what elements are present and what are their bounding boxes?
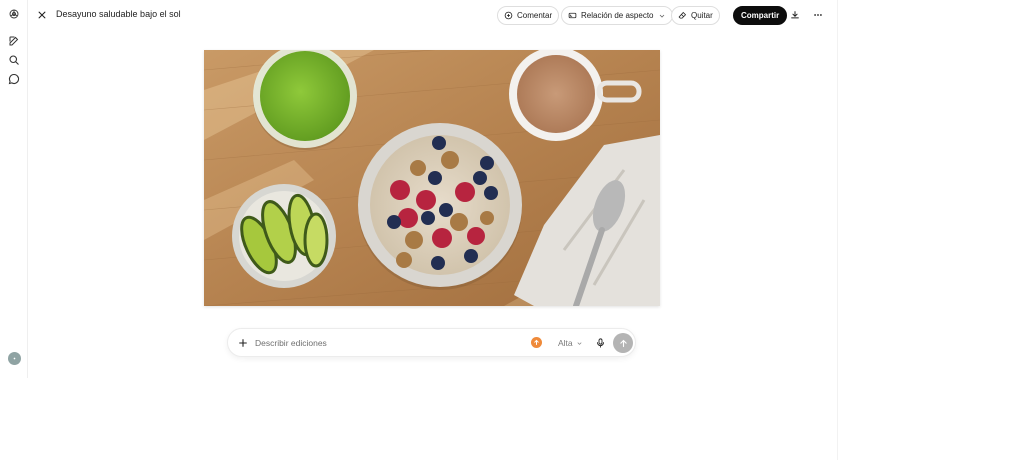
chevron-down-icon xyxy=(577,341,582,345)
comment-button[interactable]: Comentar xyxy=(497,6,560,25)
page-title: Desayuno saludable bajo el sol xyxy=(56,9,181,19)
eraser-icon xyxy=(678,11,687,19)
aspect-ratio-label: Relación de aspecto xyxy=(581,11,654,20)
quality-label: Alta xyxy=(558,338,573,348)
upgrade-icon[interactable] xyxy=(531,337,542,348)
arrow-up-icon xyxy=(619,339,627,347)
comment-plus-icon xyxy=(504,11,513,20)
breakfast-photo xyxy=(204,50,660,306)
microphone-icon[interactable] xyxy=(594,336,607,349)
remove-button[interactable]: Quitar xyxy=(671,6,720,25)
generated-image[interactable] xyxy=(204,50,660,306)
openai-logo-icon[interactable] xyxy=(6,6,22,22)
download-icon[interactable] xyxy=(788,8,802,22)
close-icon[interactable] xyxy=(35,8,49,22)
more-icon[interactable] xyxy=(811,8,825,22)
search-icon[interactable] xyxy=(6,52,22,68)
remove-button-label: Quitar xyxy=(691,11,713,20)
image-editor-window: Desayuno saludable bajo el sol Comentar … xyxy=(0,0,838,460)
share-button-label: Compartir xyxy=(741,11,780,20)
quality-dropdown[interactable]: Alta xyxy=(558,338,583,348)
chevron-down-icon xyxy=(659,14,664,18)
plus-icon[interactable] xyxy=(236,336,249,349)
aspect-ratio-dropdown[interactable]: Relación de aspecto xyxy=(561,6,673,25)
header-bar: Desayuno saludable bajo el sol Comentar … xyxy=(28,0,837,30)
comment-button-label: Comentar xyxy=(517,11,553,20)
aspect-ratio-icon xyxy=(568,12,577,19)
share-button[interactable]: Compartir xyxy=(733,6,788,25)
left-rail xyxy=(0,0,28,378)
send-button[interactable] xyxy=(613,333,633,353)
describe-edits-input[interactable] xyxy=(255,336,495,350)
chat-bubble-icon[interactable] xyxy=(6,71,22,87)
edit-icon[interactable] xyxy=(6,33,22,49)
edit-prompt-bar: Alta xyxy=(227,328,636,357)
avatar[interactable] xyxy=(8,352,21,365)
